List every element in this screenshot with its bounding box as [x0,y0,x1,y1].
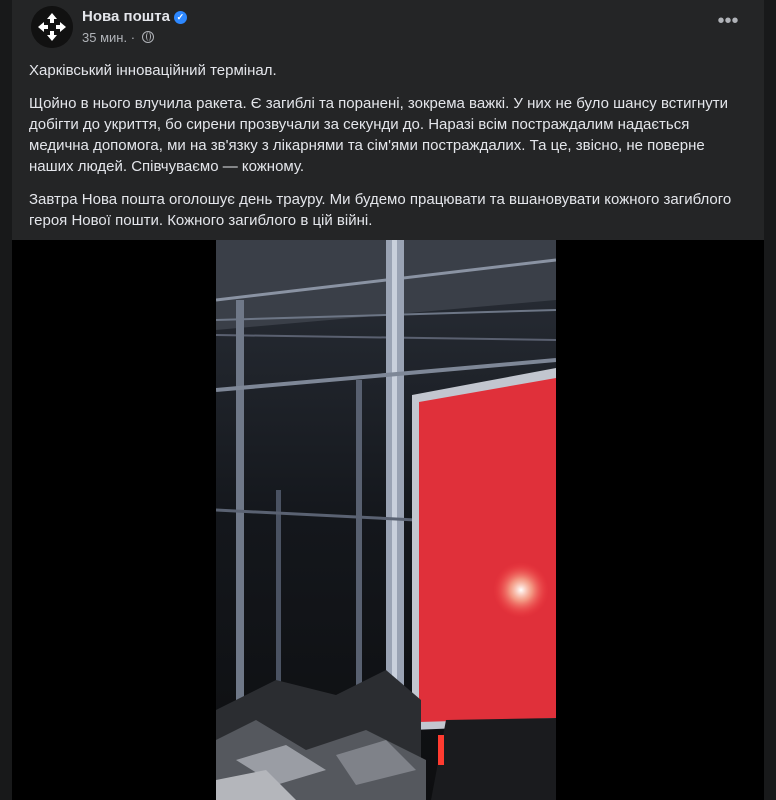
author-name[interactable]: Нова пошта ✓ [82,8,187,25]
more-options-icon[interactable]: ••• [716,11,740,36]
author-avatar[interactable] [31,6,73,48]
post-paragraph: Завтра Нова пошта оголошує день трауру. … [29,191,732,229]
video-frame [216,240,556,800]
author-name-text[interactable]: Нова пошта [82,8,170,25]
post-video[interactable] [12,240,764,800]
nova-poshta-logo-icon [31,6,73,48]
post-text: Харківський інноваційний термінал. Щойно… [29,60,749,243]
globe-icon[interactable] [141,31,154,43]
verified-badge-icon: ✓ [173,11,187,24]
post-meta: 35 мин. · [82,30,154,45]
post-timestamp[interactable]: 35 мин. [82,30,127,45]
post-header: Нова пошта ✓ 35 мин. · ••• [12,0,764,56]
post-card: Нова пошта ✓ 35 мин. · ••• Харківський ін… [12,0,764,800]
meta-separator: · [130,30,136,45]
post-paragraph: Харківський інноваційний термінал. [29,62,277,79]
post-paragraph: Щойно в нього влучила ракета. Є загиблі … [29,95,728,175]
